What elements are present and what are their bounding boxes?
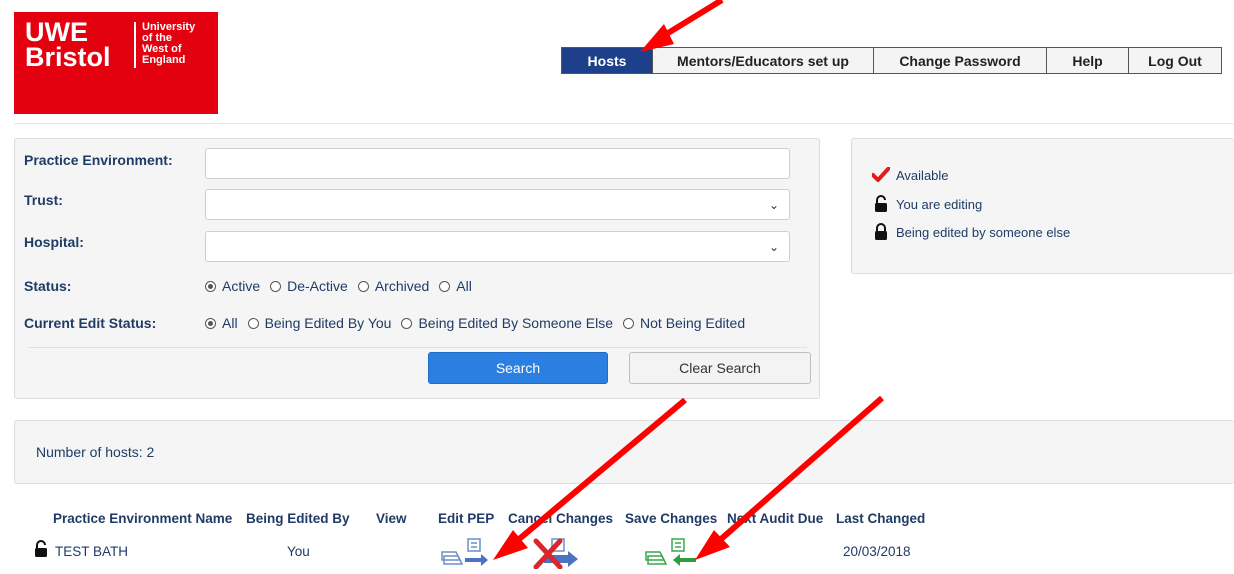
legend-item-available: Available	[872, 167, 949, 183]
clear-search-button[interactable]: Clear Search	[629, 352, 811, 384]
status-option-archived[interactable]: Archived	[357, 278, 430, 294]
uwe-logo: UWE Bristol University of the West of En…	[14, 12, 218, 114]
row-practice-environment-name[interactable]: TEST BATH	[55, 544, 128, 559]
search-panel: Practice Environment: Trust: ⌄ Hospital:…	[14, 138, 820, 399]
radio-label: Not Being Edited	[640, 315, 746, 331]
logo-subtitle: University of the West of England	[142, 22, 212, 66]
radio-button[interactable]	[623, 317, 635, 329]
logo-text-bristol: Bristol	[25, 42, 111, 72]
column-header-next-audit-due[interactable]: Next Audit Due	[727, 511, 823, 526]
radio-button[interactable]	[357, 280, 369, 292]
practice-environment-input[interactable]	[205, 148, 790, 179]
edit-status-option-by-you[interactable]: Being Edited By You	[247, 315, 392, 331]
locked-icon	[872, 223, 890, 241]
status-option-deactive[interactable]: De-Active	[270, 278, 348, 294]
main-nav: Hosts Mentors/Educators set up Change Pa…	[561, 47, 1222, 74]
row-last-changed: 20/03/2018	[843, 544, 911, 559]
column-header-last-changed[interactable]: Last Changed	[836, 511, 925, 526]
column-header-practice-environment-name[interactable]: Practice Environment Name	[53, 511, 232, 526]
legend-item-someone-else-editing: Being edited by someone else	[872, 223, 1070, 241]
radio-button[interactable]	[439, 280, 451, 292]
logo-sub-line: England	[142, 54, 186, 66]
chevron-down-icon: ⌄	[768, 198, 779, 212]
legend-label: You are editing	[896, 196, 983, 212]
radio-label: All	[456, 278, 472, 294]
status-radio-group: Active De-Active Archived All	[205, 278, 482, 294]
row-being-edited-by: You	[287, 544, 310, 559]
search-button[interactable]: Search	[428, 352, 608, 384]
logo-divider	[134, 22, 136, 68]
header-divider	[14, 123, 1234, 124]
practice-environment-label: Practice Environment:	[24, 152, 173, 168]
status-label: Status:	[24, 278, 72, 294]
radio-button[interactable]	[247, 317, 259, 329]
cancel-changes-icon[interactable]	[530, 537, 586, 572]
column-header-edit-pep: Edit PEP	[438, 511, 495, 526]
tab-hosts[interactable]: Hosts	[561, 47, 653, 74]
hospital-select[interactable]: ⌄	[205, 231, 790, 262]
search-divider	[29, 347, 807, 348]
radio-label: All	[222, 315, 238, 331]
save-changes-icon[interactable]	[642, 538, 698, 571]
radio-label: Being Edited By You	[264, 315, 392, 331]
legend-label: Being edited by someone else	[896, 224, 1071, 240]
legend-label: Available	[896, 167, 949, 183]
checkmark-icon	[872, 167, 890, 183]
unlocked-icon	[872, 195, 890, 213]
tab-change-password[interactable]: Change Password	[874, 47, 1047, 74]
radio-label: De-Active	[287, 278, 348, 294]
edit-status-radio-group: All Being Edited By You Being Edited By …	[205, 315, 755, 331]
hosts-count: Number of hosts: 2	[36, 444, 155, 460]
unlocked-icon	[34, 540, 48, 561]
results-count-panel: Number of hosts: 2	[14, 420, 1234, 484]
column-header-view: View	[376, 511, 407, 526]
chevron-down-icon: ⌄	[768, 240, 779, 254]
trust-select[interactable]: ⌄	[205, 189, 790, 220]
current-edit-status-label: Current Edit Status:	[24, 315, 157, 331]
radio-label: Being Edited By Someone Else	[418, 315, 614, 331]
hospital-label: Hospital:	[24, 234, 84, 250]
tab-help[interactable]: Help	[1047, 47, 1129, 74]
radio-label: Archived	[374, 278, 430, 294]
radio-button[interactable]	[270, 280, 282, 292]
edit-status-option-by-someone-else[interactable]: Being Edited By Someone Else	[401, 315, 613, 331]
status-option-active[interactable]: Active	[205, 278, 260, 294]
tab-log-out[interactable]: Log Out	[1129, 47, 1222, 74]
edit-pep-icon[interactable]	[438, 538, 490, 571]
edit-status-option-not-edited[interactable]: Not Being Edited	[623, 315, 745, 331]
column-header-save-changes: Save Changes	[625, 511, 718, 526]
trust-label: Trust:	[24, 192, 63, 208]
edit-status-option-all[interactable]: All	[205, 315, 238, 331]
tab-mentors-educators-setup[interactable]: Mentors/Educators set up	[653, 47, 874, 74]
radio-button[interactable]	[205, 280, 216, 292]
status-option-all[interactable]: All	[439, 278, 472, 294]
radio-button[interactable]	[401, 317, 413, 329]
column-header-cancel-changes: Cancel Changes	[508, 511, 614, 526]
legend-item-you-editing: You are editing	[872, 195, 982, 213]
legend-panel: Available You are editing Being edited b…	[851, 138, 1234, 274]
column-header-being-edited-by[interactable]: Being Edited By	[246, 511, 350, 526]
radio-label: Active	[222, 278, 261, 294]
annotation-arrow-hosts	[640, 0, 724, 52]
radio-button[interactable]	[205, 317, 216, 329]
